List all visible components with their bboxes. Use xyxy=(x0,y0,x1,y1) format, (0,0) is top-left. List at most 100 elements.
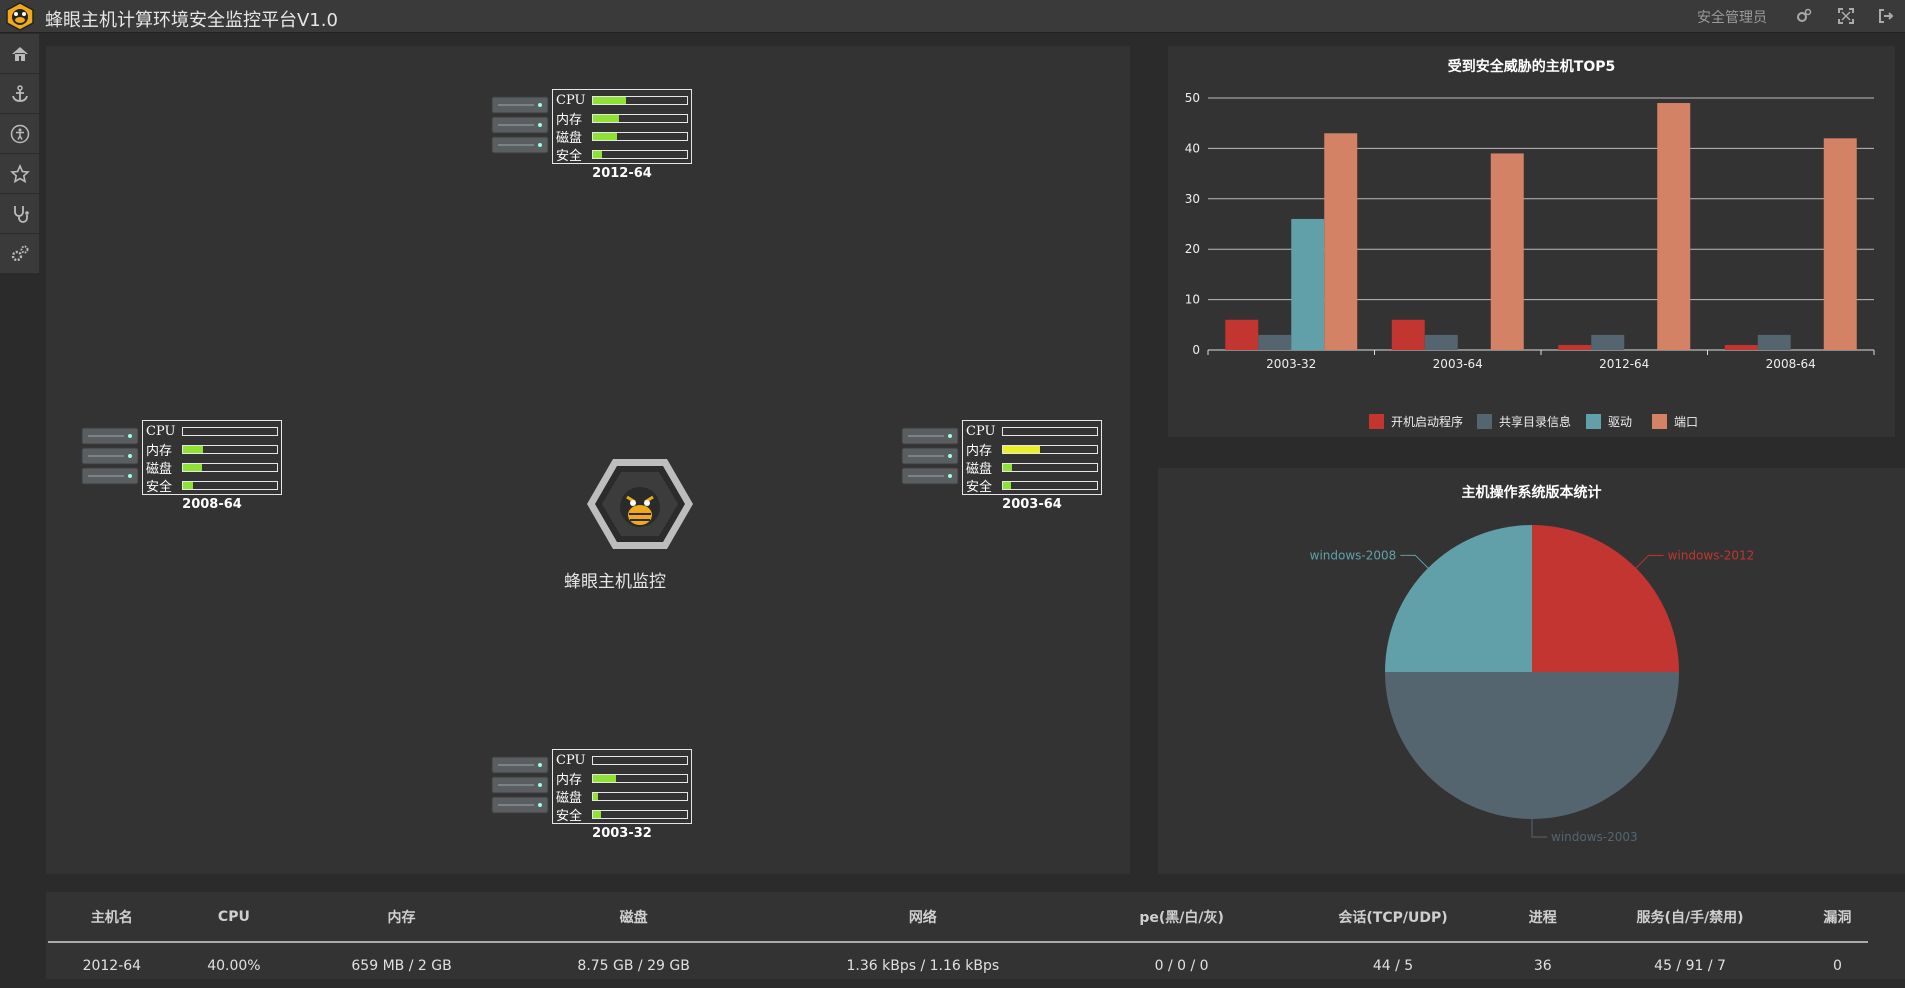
table-cell: 659 MB / 2 GB xyxy=(351,957,452,974)
stat-label: 磁盘 xyxy=(146,461,173,477)
stat-bar-fill xyxy=(1002,463,1013,471)
stat-bar xyxy=(181,426,278,436)
legend-swatch[interactable] xyxy=(1477,414,1492,429)
host-node-2012-64[interactable]: CPU 内存 磁盘 安全 2012-64 xyxy=(490,89,692,184)
server-rack-icon xyxy=(81,427,139,485)
host-node-2003-64[interactable]: CPU 内存 磁盘 安全 2003-64 xyxy=(900,420,1102,515)
column-header[interactable]: 内存 xyxy=(292,892,511,943)
stat-bar xyxy=(591,773,688,783)
bar[interactable] xyxy=(1258,334,1292,350)
stat-bar xyxy=(591,149,688,159)
x-tick-label: 2003-32 xyxy=(1266,357,1316,371)
hub-label: 蜂眼主机监控 xyxy=(564,572,666,592)
bar[interactable] xyxy=(1657,103,1691,350)
column-header[interactable]: 网络 xyxy=(756,892,1090,943)
fullscreen-icon[interactable] xyxy=(1838,8,1854,24)
y-tick-label: 10 xyxy=(1185,293,1200,307)
top-bar: 蜂眼主机计算环境安全监控平台V1.0 安全管理员 xyxy=(0,0,1905,33)
sidebar-item-home[interactable] xyxy=(0,34,39,74)
host-node-2003-32[interactable]: CPU 内存 磁盘 安全 2003-32 xyxy=(490,749,692,844)
logout-icon[interactable] xyxy=(1878,8,1894,24)
column-header[interactable]: CPU xyxy=(175,892,293,943)
sidebar-item-anchor[interactable] xyxy=(0,74,39,114)
y-tick-label: 50 xyxy=(1185,91,1200,105)
column-header[interactable]: 会话(TCP/UDP) xyxy=(1273,892,1513,943)
server-led xyxy=(538,123,542,127)
stat-label: 内存 xyxy=(556,772,583,788)
column-header[interactable]: 磁盘 xyxy=(510,892,757,943)
bar[interactable] xyxy=(1558,344,1592,350)
stat-bar xyxy=(591,95,688,105)
settings-icon xyxy=(11,245,28,261)
stat-label: 安全 xyxy=(146,479,173,495)
column-header[interactable]: 服务(自/手/禁用) xyxy=(1573,892,1807,943)
stat-bar xyxy=(181,444,278,454)
pie-label-line xyxy=(1635,554,1664,569)
os-version-chart-panel: 主机操作系统版本统计 windows-2012 windows-2003 windo… xyxy=(1158,468,1905,874)
column-header[interactable]: 主机名 xyxy=(48,892,176,943)
pie-slice[interactable] xyxy=(1532,525,1679,672)
stat-row: 安全 xyxy=(966,476,1098,495)
host-name: 2003-64 xyxy=(1002,497,1062,512)
stat-row: 安全 xyxy=(556,805,688,824)
stat-bar xyxy=(591,131,688,141)
sidebar xyxy=(0,34,39,274)
stat-bar xyxy=(1001,480,1098,490)
host-stats: CPU 内存 磁盘 安全 xyxy=(552,749,692,824)
bar[interactable] xyxy=(1324,133,1358,350)
pie-slice[interactable] xyxy=(1385,525,1532,672)
user-name[interactable]: 安全管理员 xyxy=(1697,7,1767,27)
stat-bar xyxy=(591,791,688,801)
stat-label: 安全 xyxy=(966,479,993,495)
host-stats: CPU 内存 磁盘 安全 xyxy=(962,420,1102,495)
stat-bar xyxy=(181,480,278,490)
bar[interactable] xyxy=(1823,138,1857,350)
stat-bar-fill xyxy=(182,481,194,489)
bar[interactable] xyxy=(1490,153,1524,350)
legend-label[interactable]: 驱动 xyxy=(1608,415,1632,429)
bar[interactable] xyxy=(1424,334,1458,350)
table-cell: 0 xyxy=(1832,957,1842,974)
column-header[interactable]: 进程 xyxy=(1512,892,1574,943)
column-header[interactable]: pe(黑/白/灰) xyxy=(1089,892,1274,943)
bar[interactable] xyxy=(1291,218,1325,350)
bee-logo-icon xyxy=(6,2,34,31)
bar[interactable] xyxy=(1591,334,1625,350)
table-cell: 36 xyxy=(1533,957,1552,974)
stat-label: 安全 xyxy=(556,148,583,164)
table-cell: 44 / 5 xyxy=(1372,957,1414,974)
stat-row: CPU xyxy=(556,751,688,769)
bar[interactable] xyxy=(1724,344,1758,350)
legend-label[interactable]: 端口 xyxy=(1674,415,1698,429)
stat-row: CPU xyxy=(556,91,688,109)
bar[interactable] xyxy=(1391,319,1425,350)
stat-bar xyxy=(591,113,688,123)
stat-row: 内存 xyxy=(146,440,278,459)
legend-swatch[interactable] xyxy=(1652,414,1667,429)
stat-row: 磁盘 xyxy=(556,127,688,146)
y-tick-label: 40 xyxy=(1185,141,1200,155)
host-table-panel: 主机名 CPU 内存 磁盘 网络 pe(黑/白/灰) 会话(TCP/UDP) 进程 服务(自/手… xyxy=(46,892,1905,979)
sidebar-item-favorites[interactable] xyxy=(0,154,39,194)
bee-monitor-hub-icon[interactable] xyxy=(585,457,695,551)
legend-swatch[interactable] xyxy=(1369,414,1384,429)
sidebar-item-diagnose[interactable] xyxy=(0,194,39,234)
accessibility-icon xyxy=(10,124,29,143)
host-table: 主机名 CPU 内存 磁盘 网络 pe(黑/白/灰) 会话(TCP/UDP) 进程 服务(自/手… xyxy=(48,892,1868,988)
pie-slice[interactable] xyxy=(1385,672,1679,819)
table-row[interactable]: 2012-64 40.00% 659 MB / 2 GB 8.75 GB / 29 G… xyxy=(48,942,1868,988)
bar[interactable] xyxy=(1757,334,1791,350)
bar[interactable] xyxy=(1225,319,1259,350)
table-cell: 2012-64 xyxy=(82,957,142,974)
os-pie-chart: windows-2012 windows-2003 windows-2008 xyxy=(1310,525,1754,844)
legend-swatch[interactable] xyxy=(1586,414,1601,429)
host-node-2008-64[interactable]: CPU 内存 磁盘 安全 2008-64 xyxy=(80,420,282,515)
gears-icon[interactable] xyxy=(1796,8,1812,24)
column-header[interactable]: 漏洞 xyxy=(1806,892,1868,943)
sidebar-item-settings[interactable] xyxy=(0,234,39,274)
legend-label[interactable]: 开机启动程序 xyxy=(1391,414,1463,429)
stat-label: CPU xyxy=(146,423,176,439)
stat-row: 安全 xyxy=(146,476,278,495)
sidebar-item-accessibility[interactable] xyxy=(0,114,39,154)
legend-label[interactable]: 共享目录信息 xyxy=(1499,414,1571,429)
